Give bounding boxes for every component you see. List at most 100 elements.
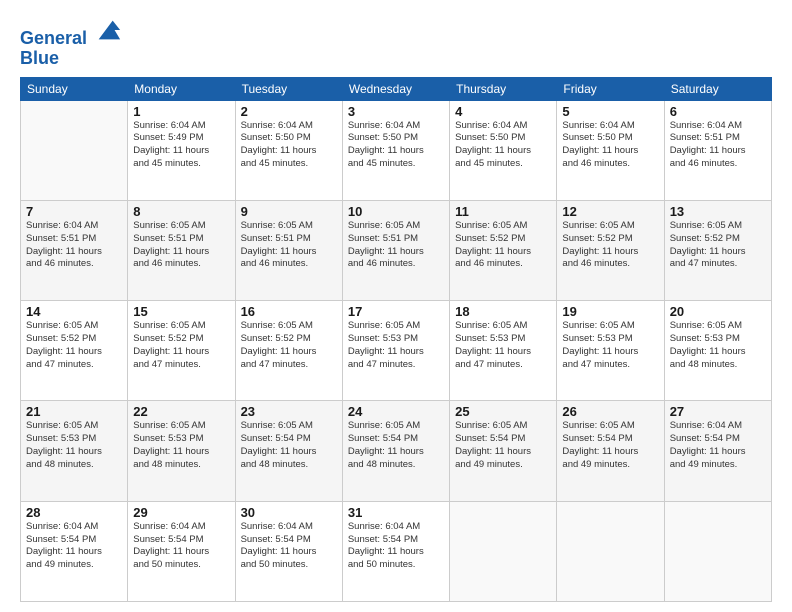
day-info: Sunrise: 6:05 AMSunset: 5:53 PMDaylight:… bbox=[26, 420, 122, 471]
calendar-cell: 31Sunrise: 6:04 AMSunset: 5:54 PMDayligh… bbox=[342, 501, 449, 601]
calendar-row: 28Sunrise: 6:04 AMSunset: 5:54 PMDayligh… bbox=[21, 501, 772, 601]
day-info: Sunrise: 6:05 AMSunset: 5:51 PMDaylight:… bbox=[348, 220, 444, 271]
logo: General Blue bbox=[20, 16, 122, 69]
day-number: 11 bbox=[455, 204, 551, 219]
day-info: Sunrise: 6:05 AMSunset: 5:53 PMDaylight:… bbox=[348, 320, 444, 371]
day-info: Sunrise: 6:05 AMSunset: 5:53 PMDaylight:… bbox=[455, 320, 551, 371]
day-info: Sunrise: 6:05 AMSunset: 5:54 PMDaylight:… bbox=[348, 420, 444, 471]
day-number: 15 bbox=[133, 304, 229, 319]
calendar-cell: 14Sunrise: 6:05 AMSunset: 5:52 PMDayligh… bbox=[21, 301, 128, 401]
calendar-cell: 3Sunrise: 6:04 AMSunset: 5:50 PMDaylight… bbox=[342, 100, 449, 200]
day-number: 18 bbox=[455, 304, 551, 319]
calendar-cell: 6Sunrise: 6:04 AMSunset: 5:51 PMDaylight… bbox=[664, 100, 771, 200]
logo-blue: Blue bbox=[20, 49, 122, 69]
day-info: Sunrise: 6:04 AMSunset: 5:51 PMDaylight:… bbox=[26, 220, 122, 271]
day-info: Sunrise: 6:05 AMSunset: 5:54 PMDaylight:… bbox=[562, 420, 658, 471]
col-header-thursday: Thursday bbox=[450, 77, 557, 100]
calendar-row: 14Sunrise: 6:05 AMSunset: 5:52 PMDayligh… bbox=[21, 301, 772, 401]
calendar-header-row: SundayMondayTuesdayWednesdayThursdayFrid… bbox=[21, 77, 772, 100]
calendar-cell: 13Sunrise: 6:05 AMSunset: 5:52 PMDayligh… bbox=[664, 200, 771, 300]
day-info: Sunrise: 6:04 AMSunset: 5:50 PMDaylight:… bbox=[348, 120, 444, 171]
calendar-cell: 7Sunrise: 6:04 AMSunset: 5:51 PMDaylight… bbox=[21, 200, 128, 300]
day-number: 20 bbox=[670, 304, 766, 319]
day-info: Sunrise: 6:04 AMSunset: 5:51 PMDaylight:… bbox=[670, 120, 766, 171]
day-number: 14 bbox=[26, 304, 122, 319]
day-info: Sunrise: 6:04 AMSunset: 5:50 PMDaylight:… bbox=[562, 120, 658, 171]
header: General Blue bbox=[20, 16, 772, 69]
calendar-cell: 21Sunrise: 6:05 AMSunset: 5:53 PMDayligh… bbox=[21, 401, 128, 501]
day-info: Sunrise: 6:05 AMSunset: 5:51 PMDaylight:… bbox=[241, 220, 337, 271]
calendar-cell: 11Sunrise: 6:05 AMSunset: 5:52 PMDayligh… bbox=[450, 200, 557, 300]
page: General Blue SundayMondayTuesdayWednesda… bbox=[0, 0, 792, 612]
day-info: Sunrise: 6:04 AMSunset: 5:50 PMDaylight:… bbox=[241, 120, 337, 171]
calendar-cell bbox=[450, 501, 557, 601]
day-info: Sunrise: 6:05 AMSunset: 5:52 PMDaylight:… bbox=[241, 320, 337, 371]
day-info: Sunrise: 6:05 AMSunset: 5:54 PMDaylight:… bbox=[241, 420, 337, 471]
day-info: Sunrise: 6:05 AMSunset: 5:53 PMDaylight:… bbox=[670, 320, 766, 371]
calendar-table: SundayMondayTuesdayWednesdayThursdayFrid… bbox=[20, 77, 772, 602]
day-number: 5 bbox=[562, 104, 658, 119]
day-number: 8 bbox=[133, 204, 229, 219]
calendar-cell: 15Sunrise: 6:05 AMSunset: 5:52 PMDayligh… bbox=[128, 301, 235, 401]
calendar-cell: 29Sunrise: 6:04 AMSunset: 5:54 PMDayligh… bbox=[128, 501, 235, 601]
calendar-cell: 12Sunrise: 6:05 AMSunset: 5:52 PMDayligh… bbox=[557, 200, 664, 300]
calendar-cell: 8Sunrise: 6:05 AMSunset: 5:51 PMDaylight… bbox=[128, 200, 235, 300]
day-info: Sunrise: 6:05 AMSunset: 5:52 PMDaylight:… bbox=[26, 320, 122, 371]
day-info: Sunrise: 6:04 AMSunset: 5:54 PMDaylight:… bbox=[26, 521, 122, 572]
day-number: 22 bbox=[133, 404, 229, 419]
calendar-cell: 18Sunrise: 6:05 AMSunset: 5:53 PMDayligh… bbox=[450, 301, 557, 401]
day-number: 7 bbox=[26, 204, 122, 219]
day-info: Sunrise: 6:05 AMSunset: 5:53 PMDaylight:… bbox=[562, 320, 658, 371]
calendar-cell: 2Sunrise: 6:04 AMSunset: 5:50 PMDaylight… bbox=[235, 100, 342, 200]
day-number: 29 bbox=[133, 505, 229, 520]
calendar-cell bbox=[557, 501, 664, 601]
calendar-cell: 24Sunrise: 6:05 AMSunset: 5:54 PMDayligh… bbox=[342, 401, 449, 501]
day-number: 19 bbox=[562, 304, 658, 319]
calendar-cell: 9Sunrise: 6:05 AMSunset: 5:51 PMDaylight… bbox=[235, 200, 342, 300]
day-info: Sunrise: 6:05 AMSunset: 5:54 PMDaylight:… bbox=[455, 420, 551, 471]
day-number: 23 bbox=[241, 404, 337, 419]
day-number: 25 bbox=[455, 404, 551, 419]
day-number: 3 bbox=[348, 104, 444, 119]
logo-text: General bbox=[20, 16, 122, 49]
day-info: Sunrise: 6:04 AMSunset: 5:49 PMDaylight:… bbox=[133, 120, 229, 171]
day-info: Sunrise: 6:04 AMSunset: 5:54 PMDaylight:… bbox=[241, 521, 337, 572]
calendar-cell: 28Sunrise: 6:04 AMSunset: 5:54 PMDayligh… bbox=[21, 501, 128, 601]
col-header-sunday: Sunday bbox=[21, 77, 128, 100]
calendar-cell: 27Sunrise: 6:04 AMSunset: 5:54 PMDayligh… bbox=[664, 401, 771, 501]
day-number: 6 bbox=[670, 104, 766, 119]
day-info: Sunrise: 6:04 AMSunset: 5:54 PMDaylight:… bbox=[670, 420, 766, 471]
calendar-cell: 23Sunrise: 6:05 AMSunset: 5:54 PMDayligh… bbox=[235, 401, 342, 501]
day-info: Sunrise: 6:04 AMSunset: 5:54 PMDaylight:… bbox=[133, 521, 229, 572]
col-header-saturday: Saturday bbox=[664, 77, 771, 100]
col-header-wednesday: Wednesday bbox=[342, 77, 449, 100]
day-number: 13 bbox=[670, 204, 766, 219]
calendar-row: 7Sunrise: 6:04 AMSunset: 5:51 PMDaylight… bbox=[21, 200, 772, 300]
day-info: Sunrise: 6:04 AMSunset: 5:54 PMDaylight:… bbox=[348, 521, 444, 572]
calendar-cell: 30Sunrise: 6:04 AMSunset: 5:54 PMDayligh… bbox=[235, 501, 342, 601]
day-info: Sunrise: 6:05 AMSunset: 5:52 PMDaylight:… bbox=[670, 220, 766, 271]
day-number: 9 bbox=[241, 204, 337, 219]
calendar-cell: 22Sunrise: 6:05 AMSunset: 5:53 PMDayligh… bbox=[128, 401, 235, 501]
day-number: 1 bbox=[133, 104, 229, 119]
calendar-cell: 4Sunrise: 6:04 AMSunset: 5:50 PMDaylight… bbox=[450, 100, 557, 200]
logo-general: General bbox=[20, 28, 87, 48]
day-number: 26 bbox=[562, 404, 658, 419]
day-info: Sunrise: 6:04 AMSunset: 5:50 PMDaylight:… bbox=[455, 120, 551, 171]
calendar-cell: 16Sunrise: 6:05 AMSunset: 5:52 PMDayligh… bbox=[235, 301, 342, 401]
day-number: 12 bbox=[562, 204, 658, 219]
calendar-cell bbox=[664, 501, 771, 601]
calendar-cell: 5Sunrise: 6:04 AMSunset: 5:50 PMDaylight… bbox=[557, 100, 664, 200]
day-number: 27 bbox=[670, 404, 766, 419]
col-header-tuesday: Tuesday bbox=[235, 77, 342, 100]
calendar-cell bbox=[21, 100, 128, 200]
col-header-friday: Friday bbox=[557, 77, 664, 100]
calendar-cell: 20Sunrise: 6:05 AMSunset: 5:53 PMDayligh… bbox=[664, 301, 771, 401]
day-number: 28 bbox=[26, 505, 122, 520]
calendar-cell: 26Sunrise: 6:05 AMSunset: 5:54 PMDayligh… bbox=[557, 401, 664, 501]
day-info: Sunrise: 6:05 AMSunset: 5:51 PMDaylight:… bbox=[133, 220, 229, 271]
day-number: 31 bbox=[348, 505, 444, 520]
calendar-cell: 10Sunrise: 6:05 AMSunset: 5:51 PMDayligh… bbox=[342, 200, 449, 300]
calendar-row: 1Sunrise: 6:04 AMSunset: 5:49 PMDaylight… bbox=[21, 100, 772, 200]
calendar-cell: 19Sunrise: 6:05 AMSunset: 5:53 PMDayligh… bbox=[557, 301, 664, 401]
